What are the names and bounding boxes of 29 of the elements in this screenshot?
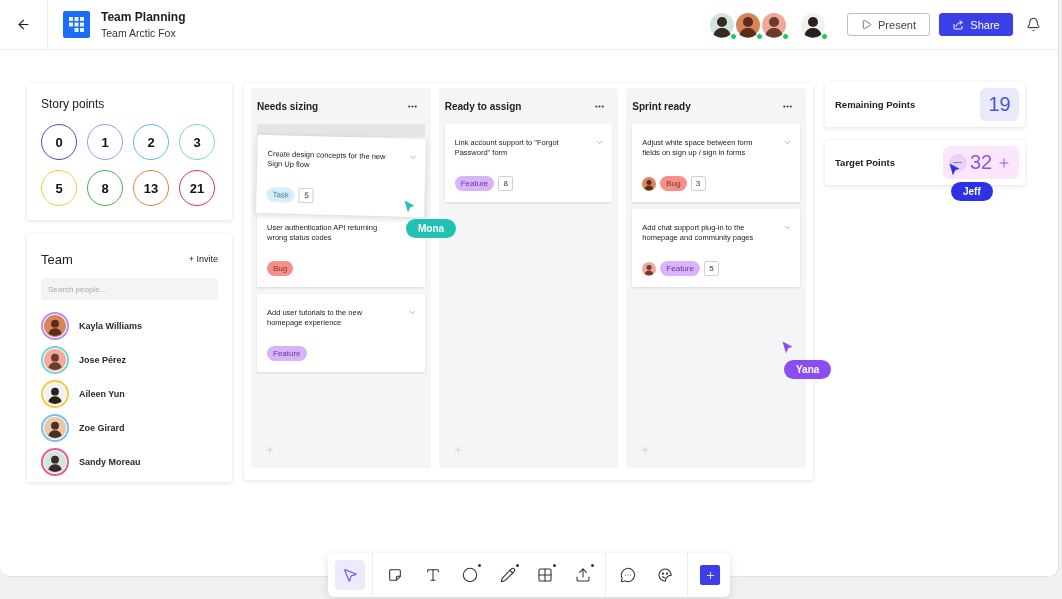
stat-label: Target Points [835,157,895,168]
board-title: Team Planning [101,10,186,24]
card-tag: Task [266,187,296,203]
member-name: Kayla Williams [79,321,142,331]
cursor-name-tag: Jeff [951,182,993,201]
card-tag: Bug [267,261,294,276]
member-name: Sandy Moreau [79,457,141,467]
story-points-count: 5 [703,261,719,276]
cursor-name-tag: Mona [406,219,457,238]
column-title: Ready to assign [444,100,522,112]
story-points-count: 5 [298,187,315,204]
member-name: Aileen Yun [79,389,125,399]
member-name: Zoe Girard [79,423,125,433]
card-tag: Feature [454,176,495,191]
remaining-points-value: 19 [980,88,1019,121]
story-points-count: 8 [498,176,514,191]
card-tag: Feature [267,346,307,361]
story-points-count: 3 [690,176,706,191]
cursor-name-tag: Yana [784,360,832,379]
card-tag: Feature [660,261,700,276]
team-name: Team Arctic Fox [101,27,177,39]
target-points-value: 32 [969,151,993,174]
member-name: Jose Pérez [79,355,127,365]
stat-label: Remaining Points [835,99,916,110]
card-tag: Bug [660,176,687,191]
column-title: Needs sizing [257,100,319,112]
column-title: Sprint ready [632,100,691,112]
story-points-title: Story points [41,97,106,111]
team-title: Team [41,251,73,267]
